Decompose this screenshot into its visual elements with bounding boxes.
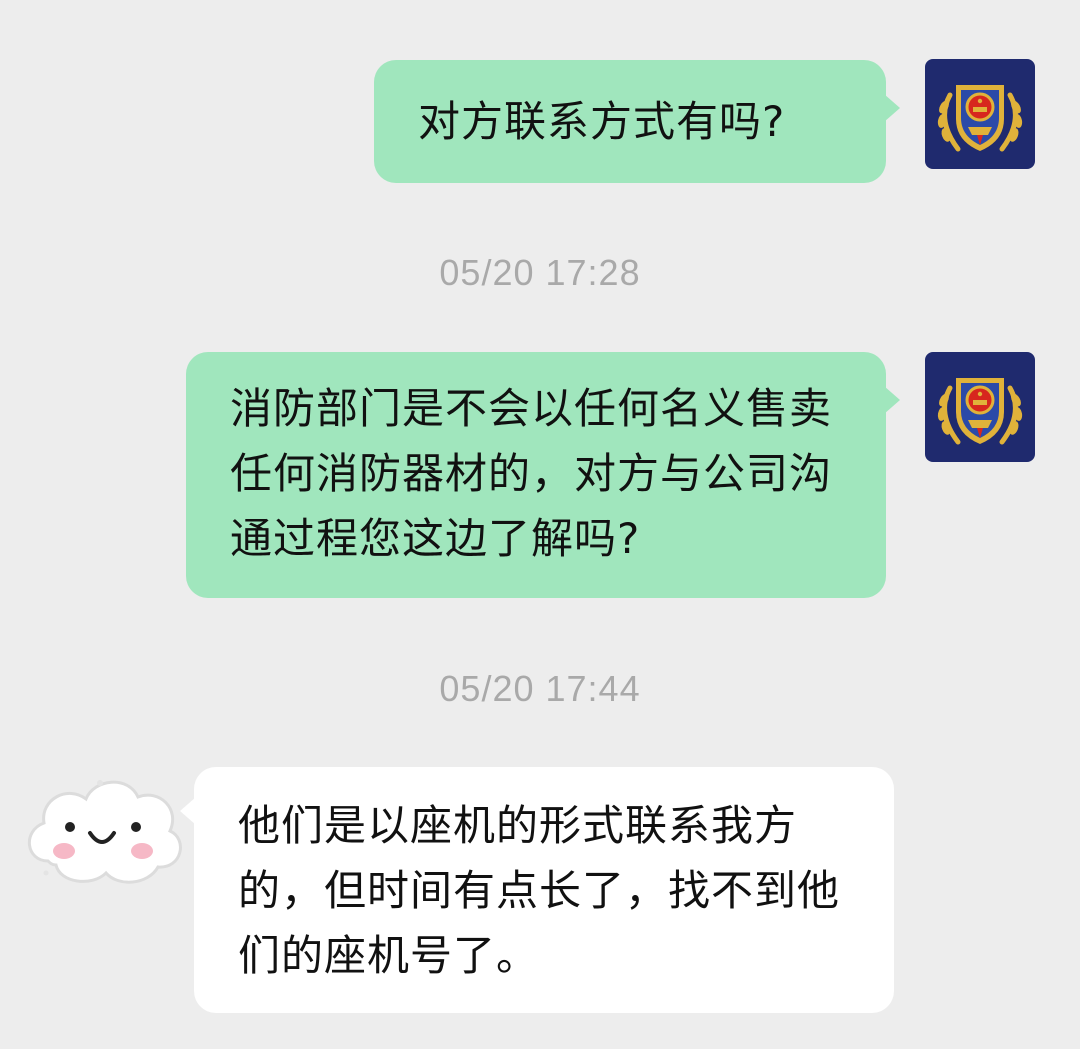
chat-window: 对方联系方式有吗? 05/20 17:28 消防部门是不会以任何名义售卖任何消防… [0,0,1080,1049]
message-bubble-self[interactable]: 对方联系方式有吗? [374,60,900,183]
message-text: 他们是以座机的形式联系我方的，但时间有点长了，找不到他们的座机号了。 [238,801,841,980]
fire-rescue-emblem-icon[interactable] [925,352,1035,462]
message-text: 对方联系方式有吗? [418,97,786,146]
fire-rescue-emblem-icon[interactable] [925,59,1035,169]
timestamp: 05/20 17:44 [439,668,641,709]
cloud-smiley-icon[interactable] [20,765,186,895]
message-text: 消防部门是不会以任何名义售卖任何消防器材的，对方与公司沟通过程您这边了解吗? [230,384,833,563]
timestamp: 05/20 17:28 [439,252,641,293]
message-bubble-other[interactable]: 他们是以座机的形式联系我方的，但时间有点长了，找不到他们的座机号了。 [180,767,894,1013]
message-bubble-self[interactable]: 消防部门是不会以任何名义售卖任何消防器材的，对方与公司沟通过程您这边了解吗? [186,352,900,598]
